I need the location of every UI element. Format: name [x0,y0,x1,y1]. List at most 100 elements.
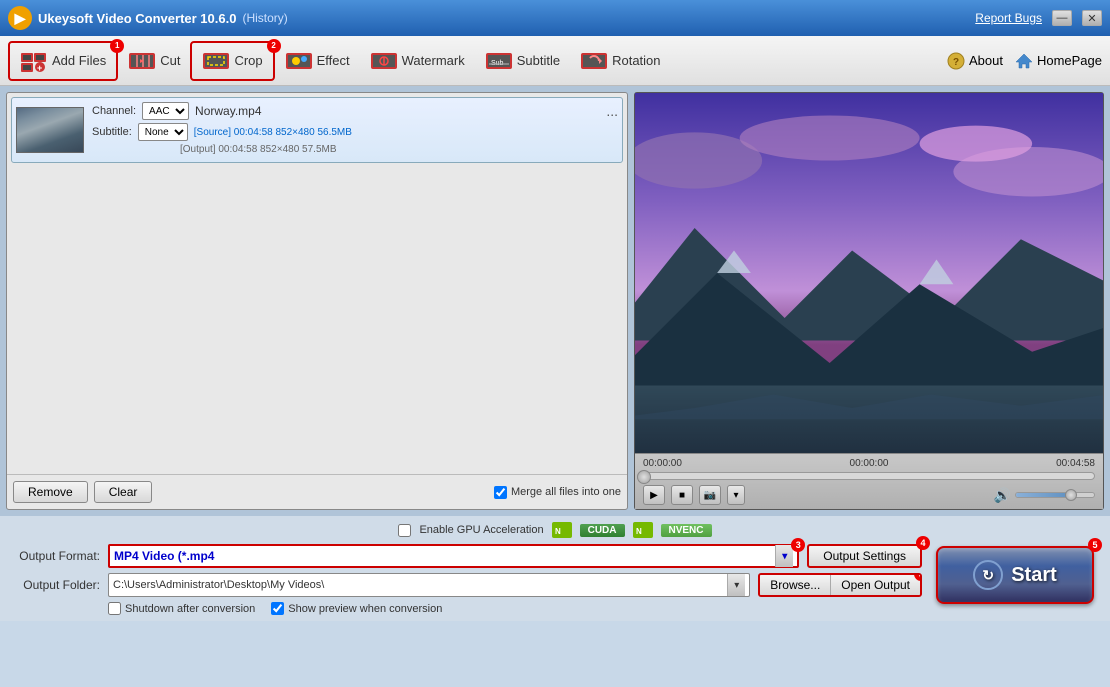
cut-button[interactable]: Cut [118,43,190,79]
source-meta: [Source] 00:04:58 852×480 56.5MB [194,127,352,138]
show-preview-checkbox-group[interactable]: Show preview when conversion [271,602,442,615]
settings-area: Enable GPU Acceleration N CUDA N NVENC O… [0,516,1110,621]
merge-checkbox[interactable] [494,486,507,499]
channel-select[interactable]: AAC [142,102,189,120]
progress-handle[interactable] [637,470,651,484]
folder-buttons-group: Browse... Open Output 6 [758,573,922,597]
time-bar-row: 00:00:00 00:00:00 00:04:58 [643,458,1095,469]
start-label: Start [1011,564,1057,587]
volume-icon: 🔊 [994,487,1011,504]
app-logo: ▶ [8,6,32,30]
output-folder-value: C:\Users\Administrator\Desktop\My Videos… [113,579,727,591]
add-files-label: Add Files [52,53,106,68]
start-button[interactable]: ↻ Start [936,546,1094,604]
about-button[interactable]: ? About [947,52,1003,70]
file-item[interactable]: Channel: AAC Norway.mp4 ... Subtitle: No… [11,97,623,163]
watermark-icon [370,47,398,75]
effect-icon [285,47,313,75]
main-area: Channel: AAC Norway.mp4 ... Subtitle: No… [0,86,1110,516]
output-rows: Output Format: MP4 Video (*.mp4 ▾ 3 Outp… [10,544,922,597]
shutdown-checkbox[interactable] [108,602,121,615]
app-title: Ukeysoft Video Converter 10.6.0 [38,11,236,26]
toolbar: + Add Files 1 Cut Crop [0,36,1110,86]
watermark-button[interactable]: Watermark [360,43,475,79]
badge-2: 2 [267,39,281,53]
channel-label: Channel: [92,105,136,117]
time-start: 00:00:00 [643,458,682,469]
start-button-area: ↻ Start 5 [930,544,1100,604]
stop-button[interactable]: ■ [671,485,693,505]
volume-section: 🔊 [994,487,1095,504]
gpu-checkbox[interactable] [398,524,411,537]
output-folder-row: Output Folder: C:\Users\Administrator\De… [10,573,922,597]
svg-text:?: ? [953,57,959,68]
show-preview-label: Show preview when conversion [288,603,442,615]
settings-left: Output Format: MP4 Video (*.mp4 ▾ 3 Outp… [10,544,922,615]
badge-1: 1 [110,39,124,53]
report-bugs-link[interactable]: Report Bugs [975,11,1042,25]
title-bar: ▶ Ukeysoft Video Converter 10.6.0 (Histo… [0,0,1110,36]
watermark-label: Watermark [402,53,465,68]
subtitle-button[interactable]: Sub Subtitle [475,43,570,79]
rotation-button[interactable]: Rotation [570,43,670,79]
svg-text:+: + [37,63,42,72]
cut-icon [128,47,156,75]
start-icon: ↻ [973,560,1003,590]
shutdown-checkbox-group[interactable]: Shutdown after conversion [108,602,255,615]
file-panel: Channel: AAC Norway.mp4 ... Subtitle: No… [6,92,628,510]
open-output-button[interactable]: Open Output [831,575,920,595]
output-folder-select[interactable]: C:\Users\Administrator\Desktop\My Videos… [108,573,750,597]
time-end: 00:04:58 [1056,458,1095,469]
subtitle-select[interactable]: None [138,123,188,141]
output-format-row: Output Format: MP4 Video (*.mp4 ▾ 3 Outp… [10,544,922,568]
play-button[interactable]: ▶ [643,485,665,505]
about-icon: ? [947,52,965,70]
crop-button[interactable]: Crop 2 [190,41,274,81]
gpu-label: Enable GPU Acceleration [419,524,543,536]
preview-video [635,93,1103,453]
volume-slider[interactable] [1015,492,1095,498]
title-bar-right: Report Bugs — ✕ [975,10,1102,26]
crop-label: Crop [234,53,262,68]
format-dropdown-arrow[interactable]: ▾ [775,545,793,567]
screenshot-button[interactable]: 📷 [699,485,721,505]
browse-button[interactable]: Browse... [760,575,831,595]
add-files-button[interactable]: + Add Files 1 [8,41,118,81]
output-format-label: Output Format: [10,549,100,563]
progress-bar[interactable] [643,472,1095,480]
file-info-mid-row: Subtitle: None [Source] 00:04:58 852×480… [92,123,618,141]
screenshot-dropdown[interactable]: ▾ [727,485,745,505]
subtitle-icon: Sub [485,47,513,75]
effect-button[interactable]: Effect [275,43,360,79]
cut-label: Cut [160,53,180,68]
clear-button[interactable]: Clear [94,481,153,503]
output-format-select[interactable]: MP4 Video (*.mp4 ▾ 3 [108,544,799,568]
badge-5: 5 [1088,538,1102,552]
toolbar-right: ? About HomePage [947,52,1102,70]
merge-checkbox-group: Merge all files into one [494,486,621,499]
folder-dropdown-arrow[interactable]: ▾ [727,574,745,596]
effect-label: Effect [317,53,350,68]
file-info-bot-row: [Output] 00:04:58 852×480 57.5MB [92,144,618,155]
subtitle-label-file: Subtitle: [92,126,132,138]
nvidia-logo-icon: N [552,522,572,538]
shutdown-label: Shutdown after conversion [125,603,255,615]
badge-4: 4 [916,536,930,550]
show-preview-checkbox[interactable] [271,602,284,615]
output-settings-button[interactable]: Output Settings [807,544,922,568]
svg-text:N: N [636,527,642,536]
volume-handle[interactable] [1065,489,1077,501]
remove-button[interactable]: Remove [13,481,88,503]
badge-3: 3 [791,538,805,552]
minimize-button[interactable]: — [1052,10,1072,26]
time-mid: 00:00:00 [850,458,889,469]
nvenc-badge: NVENC [661,524,712,537]
subtitle-label: Subtitle [517,53,560,68]
playback-controls-row: ▶ ■ 📷 ▾ 🔊 [643,485,1095,505]
homepage-label: HomePage [1037,53,1102,68]
homepage-button[interactable]: HomePage [1015,52,1102,70]
file-options-button[interactable]: ... [606,103,618,119]
file-info-top-row: Channel: AAC Norway.mp4 ... [92,102,618,120]
close-button[interactable]: ✕ [1082,10,1102,26]
rotation-label: Rotation [612,53,660,68]
